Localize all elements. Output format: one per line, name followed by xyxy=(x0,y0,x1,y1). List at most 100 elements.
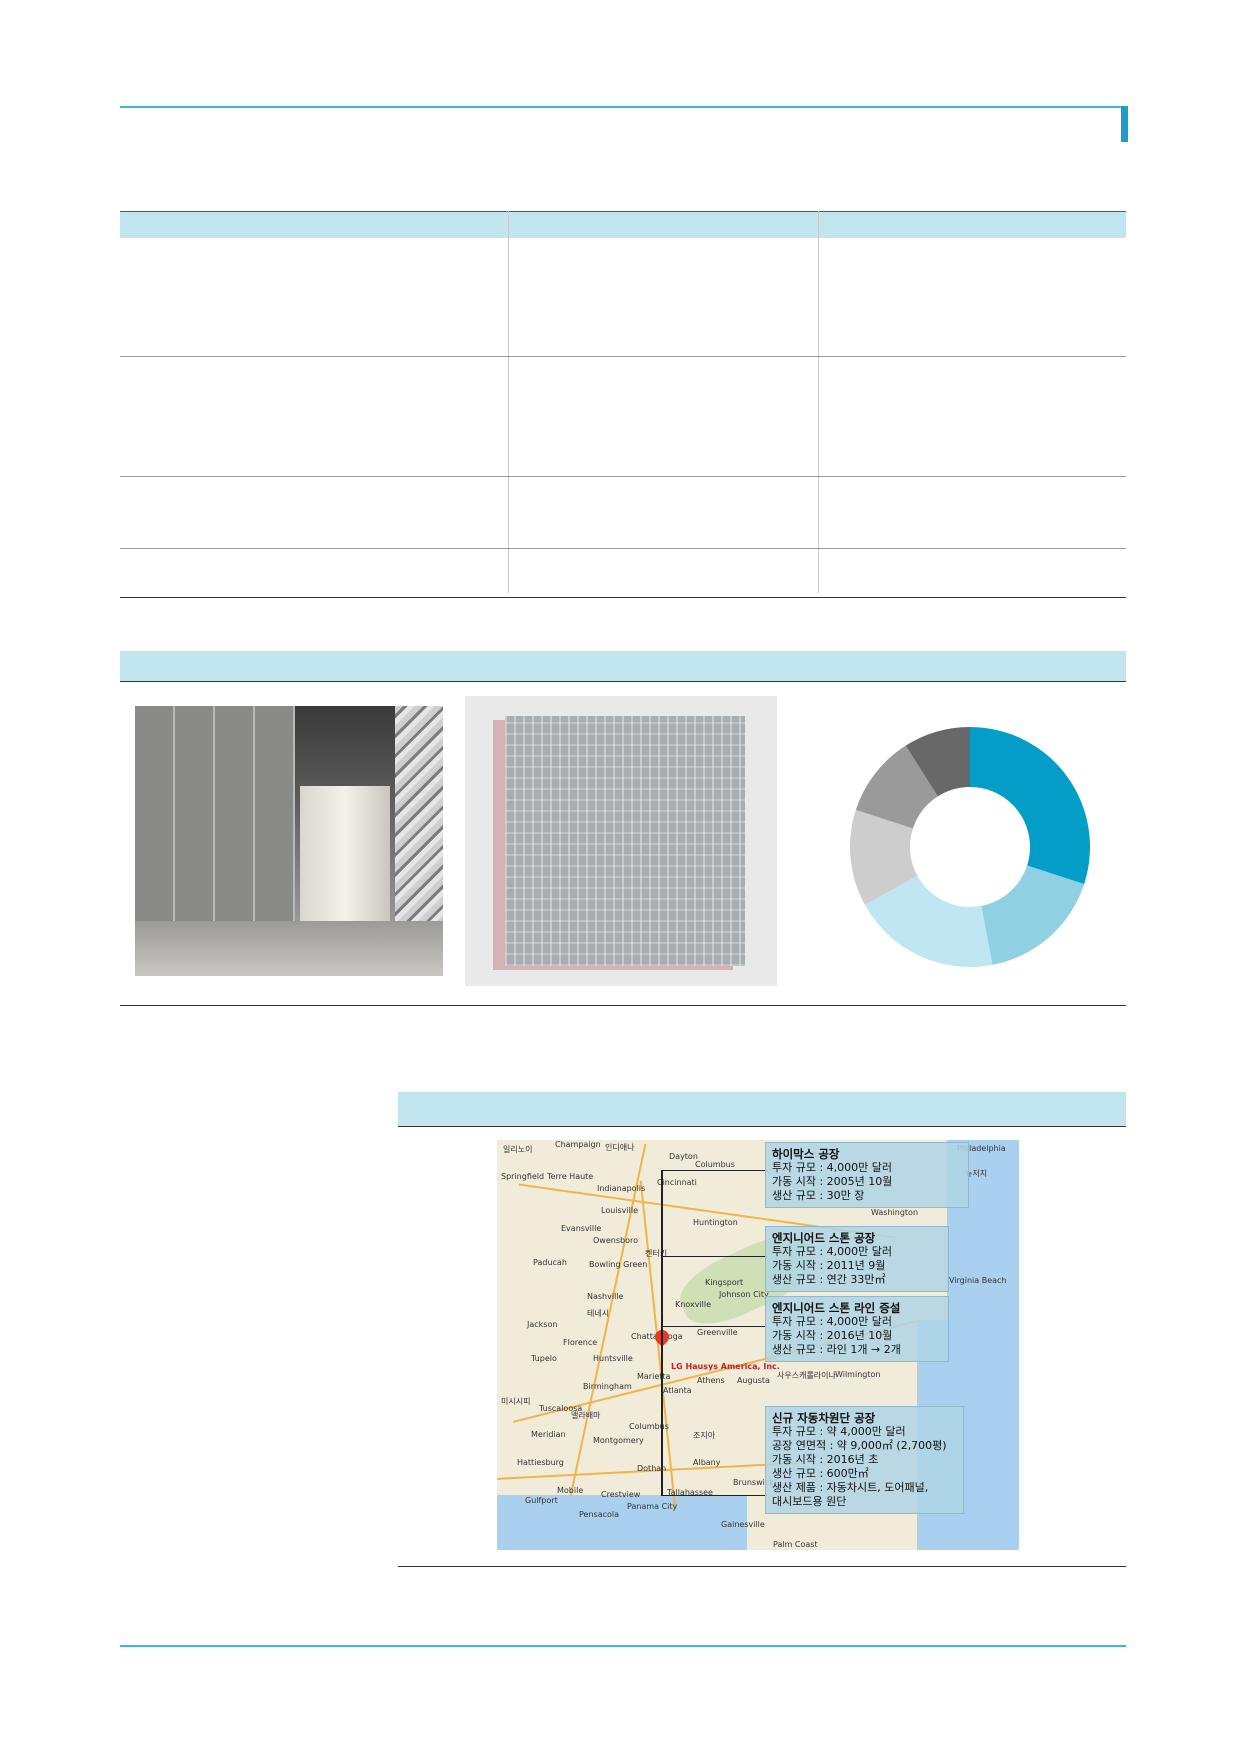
map-city-label: Washington xyxy=(871,1208,919,1217)
map-city-label: 미시시피 xyxy=(501,1397,531,1406)
map-section-header xyxy=(398,1092,1126,1126)
map-city-label: Bowling Green xyxy=(589,1260,648,1269)
map-city-label: Columbus xyxy=(695,1160,735,1169)
callout-title: 엔지니어드 스톤 라인 증설 xyxy=(772,1301,901,1315)
map-city-label: Wilmington xyxy=(835,1370,881,1379)
callout-line: 투자 규모 : 4,000만 달러 xyxy=(772,1315,893,1328)
table-bottom-rule xyxy=(120,597,1126,598)
map-city-label: Indianapolis xyxy=(597,1184,646,1193)
map-city-label: 켄터키 xyxy=(645,1249,668,1258)
callout-line: 가동 시작 : 2016년 초 xyxy=(772,1453,879,1466)
doorway xyxy=(300,786,390,936)
map-city-label: 인디애나 xyxy=(605,1143,635,1152)
callout-line: 투자 규모 : 4,000만 달러 xyxy=(772,1161,893,1174)
callout-leader-line xyxy=(661,1170,767,1171)
us-southeast-map: 일리노이 Champaign 인디애나 Springfield Terre Ha… xyxy=(497,1140,1019,1550)
map-city-label: Gainesville xyxy=(721,1520,765,1529)
callout-line: 생산 규모 : 600만㎡ xyxy=(772,1467,869,1480)
callout-title: 하이막스 공장 xyxy=(772,1147,840,1161)
callout-leader-line xyxy=(661,1495,767,1496)
map-city-label: Owensboro xyxy=(593,1236,638,1245)
callout-leader-line xyxy=(661,1256,767,1257)
map-city-label: Terre Haute xyxy=(547,1172,594,1181)
map-city-label: Champaign xyxy=(555,1140,601,1149)
product-section-header-rule xyxy=(120,681,1126,682)
map-city-label: Meridian xyxy=(531,1430,566,1439)
table-row-divider xyxy=(120,548,1126,549)
textured-panel-photo xyxy=(465,696,777,986)
callout-title: 엔지니어드 스톤 공장 xyxy=(772,1231,876,1245)
corner-marker xyxy=(1121,106,1128,142)
map-city-label: Athens xyxy=(697,1376,725,1385)
donut-slice xyxy=(970,727,1090,885)
callout-line: 생산 규모 : 라인 1개 → 2개 xyxy=(772,1343,901,1356)
floor xyxy=(135,921,443,976)
map-city-label: Dayton xyxy=(669,1152,698,1161)
map-city-label: Crestview xyxy=(601,1490,641,1499)
map-city-label: Marietta xyxy=(637,1372,671,1381)
map-city-label: Birmingham xyxy=(583,1382,632,1391)
donut-slice xyxy=(981,865,1085,965)
map-city-label: Paducah xyxy=(533,1258,567,1267)
share-donut-chart xyxy=(850,727,1090,967)
map-city-label: Knoxville xyxy=(675,1300,712,1309)
map-city-label: Greenville xyxy=(697,1328,738,1337)
callout-line: 생산 규모 : 30만 장 xyxy=(772,1189,865,1202)
map-pin-label: LG Hausys America, Inc. xyxy=(671,1362,780,1371)
map-city-label: 앨라배마 xyxy=(571,1411,601,1420)
map-city-label: Panama City xyxy=(627,1502,678,1511)
table-row-divider xyxy=(120,476,1126,477)
map-city-label: Evansville xyxy=(561,1224,602,1233)
callout-line: 투자 규모 : 4,000만 달러 xyxy=(772,1245,893,1258)
map-city-label: Florence xyxy=(563,1338,598,1347)
factory-callout: 엔지니어드 스톤 공장 투자 규모 : 4,000만 달러 가동 시작 : 20… xyxy=(765,1226,949,1292)
product-section-bottom-rule xyxy=(120,1005,1126,1006)
factory-callout: 신규 자동차원단 공장 투자 규모 : 약 4,000만 달러 공장 연면적 :… xyxy=(765,1406,964,1514)
callout-line: 생산 제품 : 자동차시트, 도어패널, xyxy=(772,1481,929,1494)
map-city-label: Springfield xyxy=(501,1172,545,1181)
wall-panel-photo xyxy=(135,706,443,976)
bottom-rule xyxy=(120,1645,1126,1647)
map-city-label: Kingsport xyxy=(705,1278,744,1287)
callout-line: 가동 시작 : 2016년 10월 xyxy=(772,1329,893,1342)
callout-title: 신규 자동차원단 공장 xyxy=(772,1411,876,1425)
map-city-label: Mobile xyxy=(557,1486,584,1495)
map-city-label: 조지아 xyxy=(693,1431,716,1440)
top-rule xyxy=(120,106,1126,108)
table-col-divider xyxy=(818,211,819,593)
textured-panel xyxy=(505,716,745,966)
map-city-label: Tupelo xyxy=(531,1354,557,1363)
map-city-label: Jackson xyxy=(527,1320,558,1329)
table-col-divider xyxy=(508,211,509,593)
factory-callout: 하이막스 공장 투자 규모 : 4,000만 달러 가동 시작 : 2005년 … xyxy=(765,1142,969,1208)
map-city-label: Hattiesburg xyxy=(517,1458,564,1467)
callout-line: 가동 시작 : 2005년 10월 xyxy=(772,1175,893,1188)
map-city-label: Huntington xyxy=(693,1218,738,1227)
map-city-label: Gulfport xyxy=(525,1496,558,1505)
map-section-header-rule xyxy=(398,1126,1126,1127)
map-city-label: Johnson City xyxy=(719,1290,769,1299)
map-city-label: 사우스캐롤라이나 xyxy=(777,1371,836,1380)
map-city-label: 테네시 xyxy=(587,1309,610,1318)
callout-line: 가동 시작 : 2011년 9월 xyxy=(772,1259,886,1272)
map-city-label: 일리노이 xyxy=(503,1145,533,1154)
map-city-label: Montgomery xyxy=(593,1436,644,1445)
map-city-label: Augusta xyxy=(737,1376,770,1385)
map-city-label: Louisville xyxy=(601,1206,638,1215)
map-city-label: Atlanta xyxy=(663,1386,692,1395)
map-city-label: Pensacola xyxy=(579,1510,620,1519)
map-city-label: Albany xyxy=(693,1458,721,1467)
product-section-header xyxy=(120,651,1126,681)
callout-line: 생산 규모 : 연간 33만㎡ xyxy=(772,1273,886,1286)
map-section-bottom-rule xyxy=(398,1566,1126,1567)
factory-callout: 엔지니어드 스톤 라인 증설 투자 규모 : 4,000만 달러 가동 시작 :… xyxy=(765,1296,949,1362)
table-row-divider xyxy=(120,356,1126,357)
callout-leader-line xyxy=(661,1326,767,1327)
map-city-label: Palm Coast xyxy=(773,1540,818,1549)
map-city-label: Virginia Beach xyxy=(949,1276,1007,1285)
map-city-label: Nashville xyxy=(587,1292,624,1301)
callout-line: 대시보드용 원단 xyxy=(772,1495,847,1508)
table-header-row xyxy=(120,211,1126,238)
callout-leader-line xyxy=(661,1170,663,1495)
callout-line: 투자 규모 : 약 4,000만 달러 xyxy=(772,1425,906,1438)
